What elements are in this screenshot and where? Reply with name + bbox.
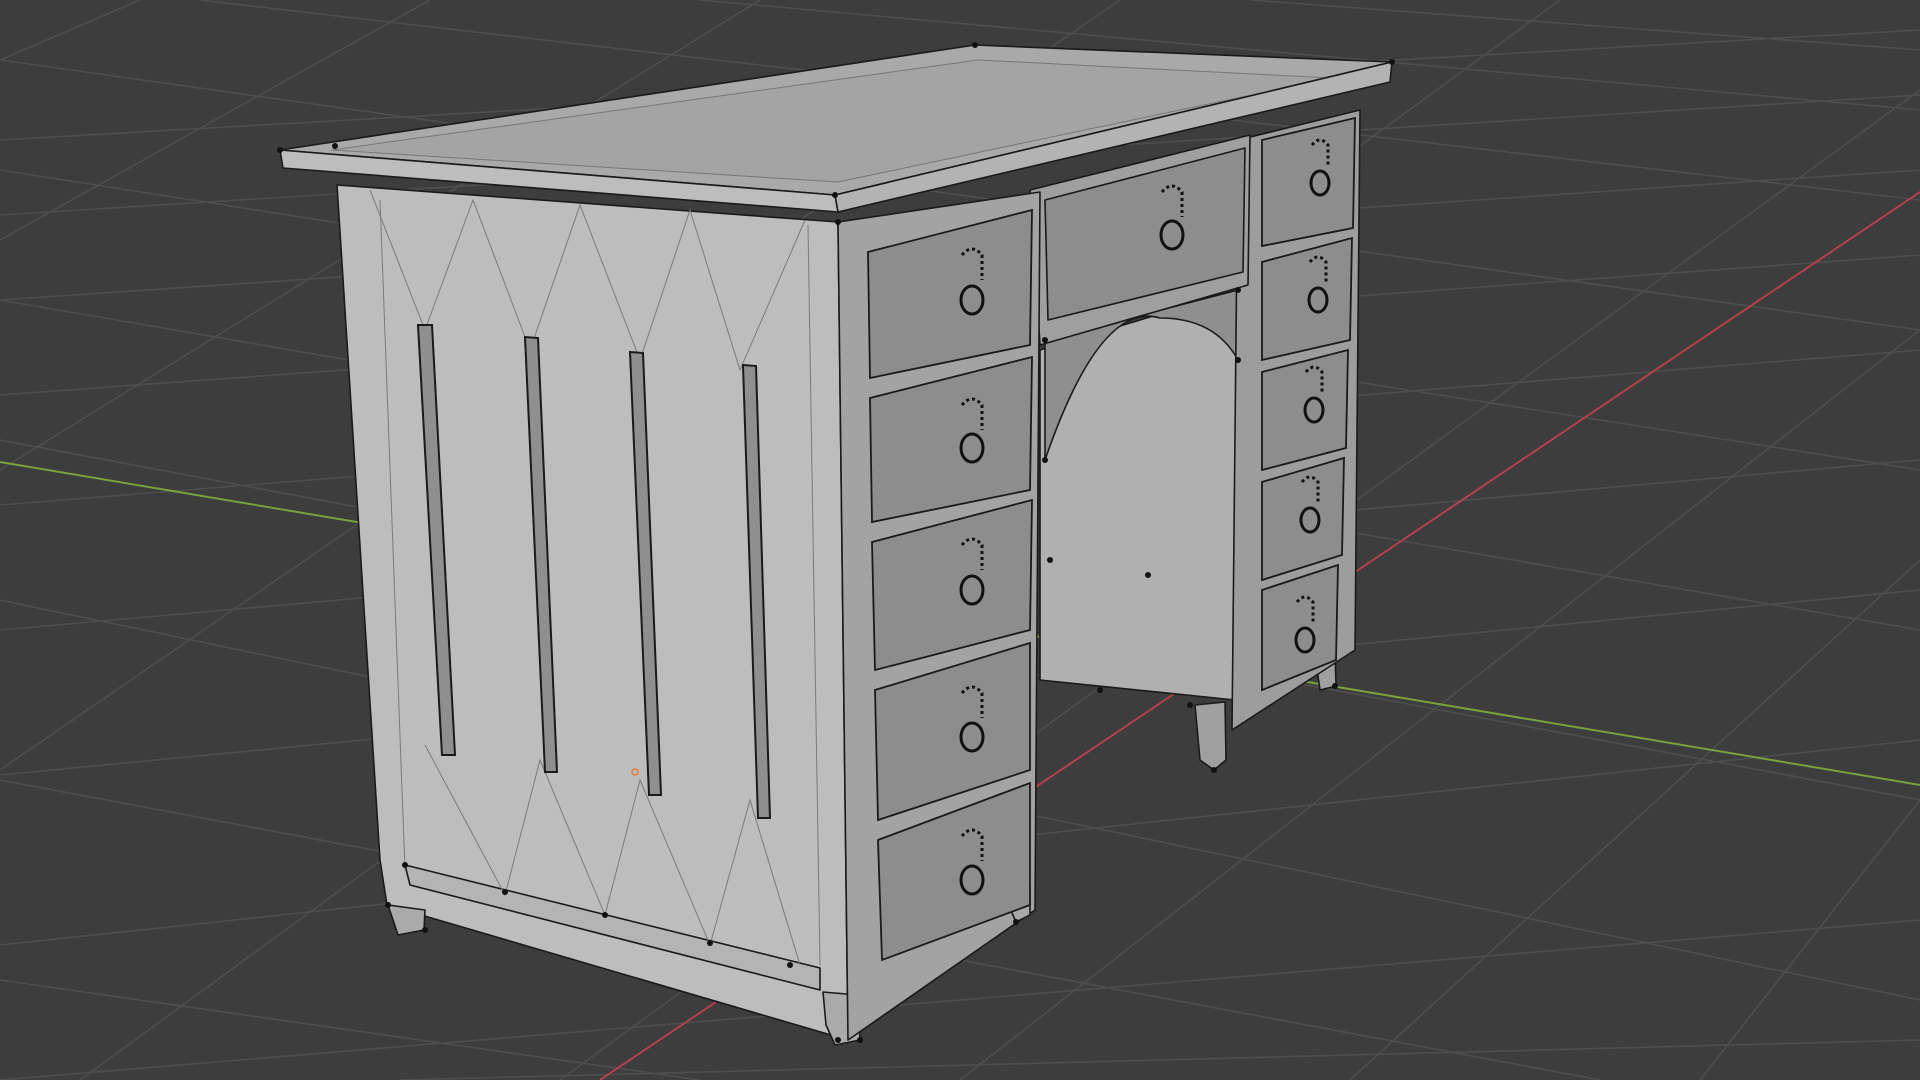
3d-viewport[interactable] <box>0 0 1920 1080</box>
leg-front-left <box>387 904 426 936</box>
viewport-canvas[interactable] <box>0 0 1920 1080</box>
leg-center-right <box>1194 701 1227 771</box>
left-drawers <box>867 208 1033 962</box>
right-drawer-1[interactable] <box>1261 116 1356 248</box>
